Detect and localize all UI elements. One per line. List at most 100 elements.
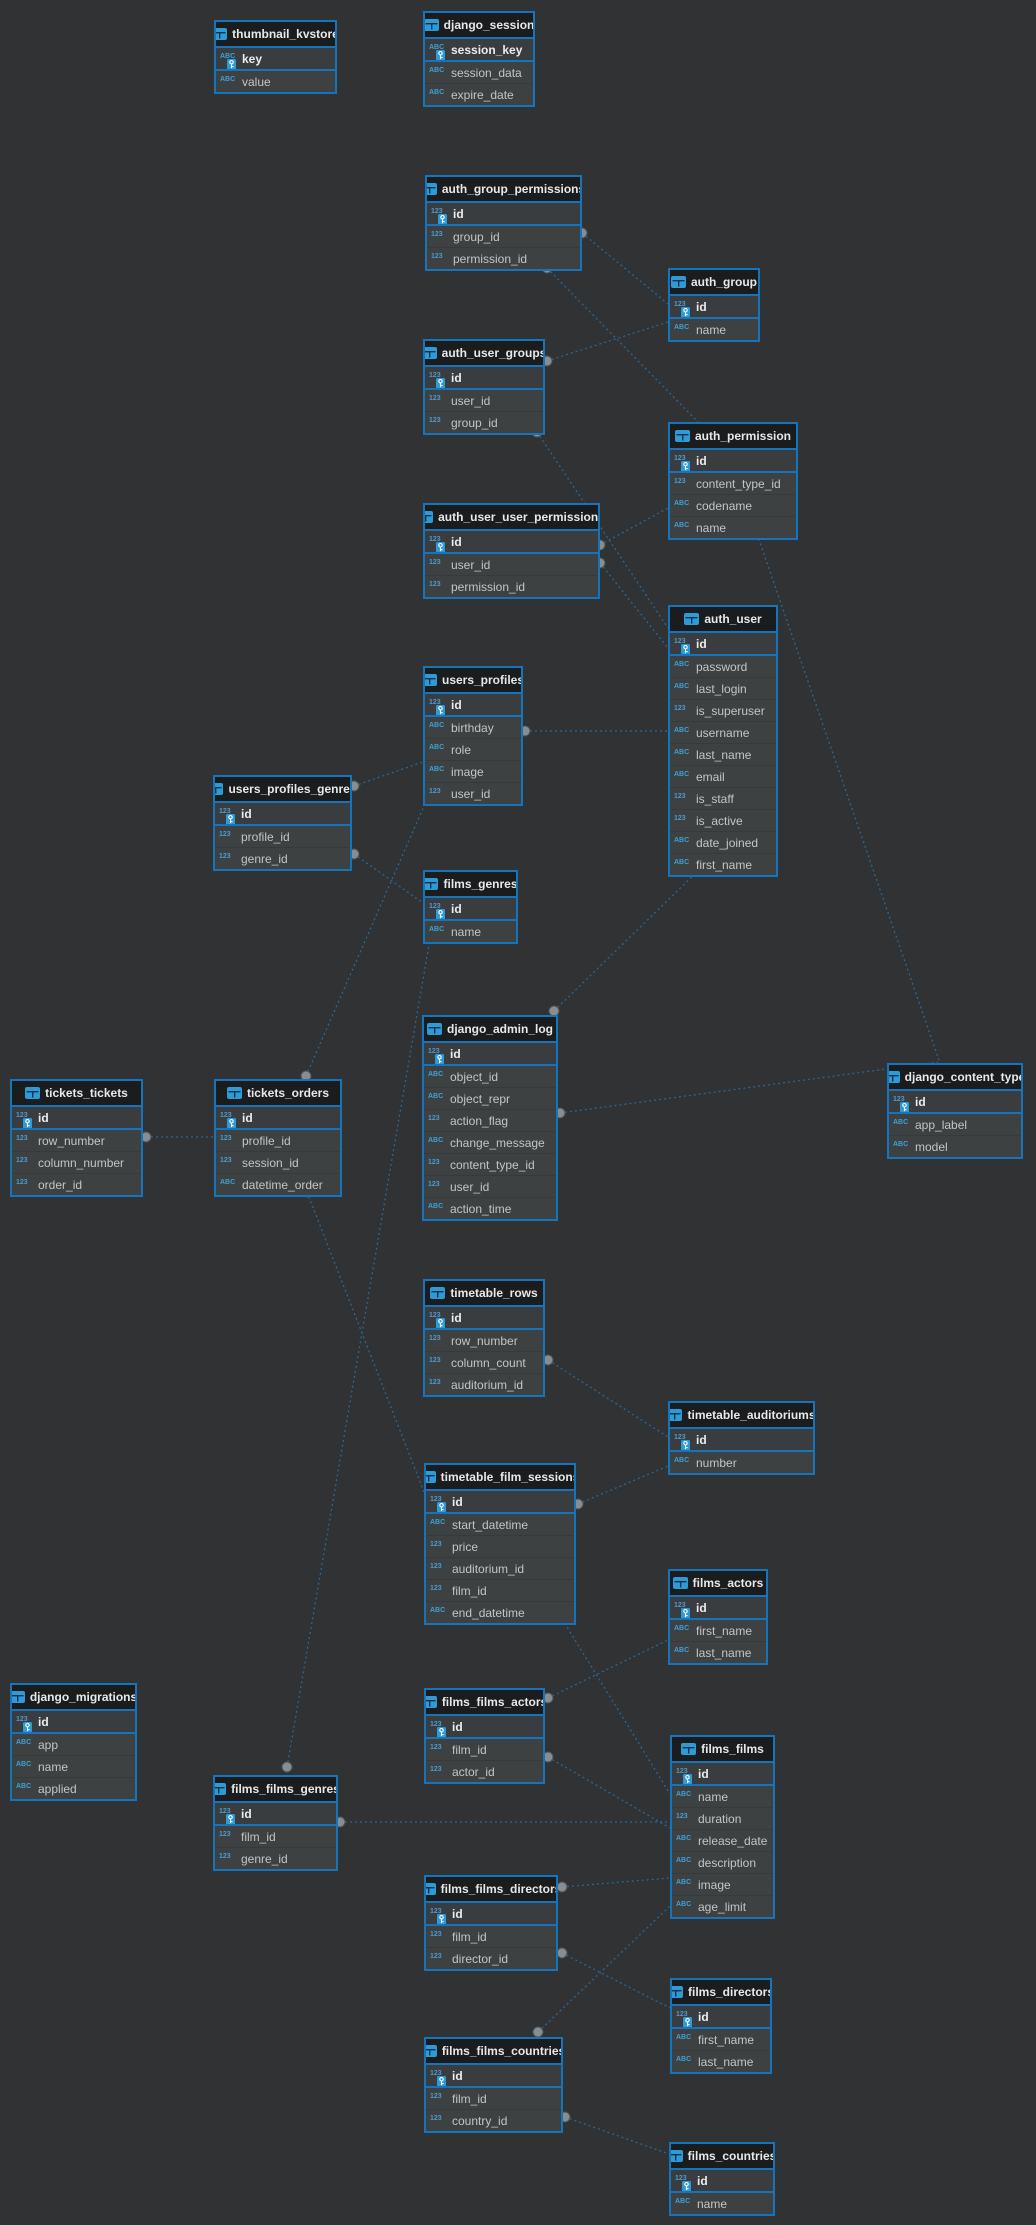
column-row-action_time[interactable]: ABCaction_time (424, 1197, 556, 1219)
table-header[interactable]: timetable_film_sessions (426, 1465, 574, 1491)
table-django_session[interactable]: django_sessionABCsession_keyABCsession_d… (423, 11, 535, 107)
column-row-id[interactable]: 123id (670, 296, 758, 317)
column-row-name[interactable]: ABCname (671, 2193, 773, 2214)
column-row-value[interactable]: ABCvalue (216, 71, 335, 92)
column-row-id[interactable]: 123id (425, 531, 598, 552)
column-row-content_type_id[interactable]: 123content_type_id (670, 473, 796, 494)
relationship-edge[interactable] (555, 1062, 938, 1118)
column-row-name[interactable]: ABCname (425, 921, 516, 942)
column-row-id[interactable]: 123id (216, 1107, 340, 1128)
column-row-id[interactable]: 123id (425, 1307, 543, 1328)
column-row-codename[interactable]: ABCcodename (670, 494, 796, 516)
column-row-last_name[interactable]: ABClast_name (670, 1641, 766, 1663)
column-row-column_number[interactable]: 123column_number (12, 1151, 141, 1173)
table-tickets_tickets[interactable]: tickets_tickets123id123row_number123colu… (10, 1079, 143, 1197)
column-row-end_datetime[interactable]: ABCend_datetime (426, 1601, 574, 1623)
table-films_films_genres[interactable]: films_films_genres123id123film_id123genr… (213, 1775, 338, 1871)
column-row-id[interactable]: 123id (670, 1429, 813, 1450)
table-timetable_rows[interactable]: timetable_rows123id123row_number123colum… (423, 1279, 545, 1397)
column-row-id[interactable]: 123id (426, 1716, 543, 1737)
column-row-id[interactable]: 123id (889, 1091, 1021, 1112)
relationship-edge[interactable] (549, 866, 703, 1016)
table-header[interactable]: auth_group_permissions (427, 177, 580, 203)
column-row-applied[interactable]: ABCapplied (12, 1777, 135, 1799)
column-row-genre_id[interactable]: 123genre_id (215, 847, 350, 869)
table-header[interactable]: auth_group (670, 270, 758, 296)
table-header[interactable]: films_films_countries (426, 2039, 561, 2065)
table-films_genres[interactable]: films_genres123idABCname (423, 870, 518, 944)
relationship-edge[interactable] (335, 1817, 670, 1827)
relationship-edge[interactable] (542, 322, 668, 366)
column-row-id[interactable]: 123id (671, 2170, 773, 2191)
column-row-content_type_id[interactable]: 123content_type_id (424, 1153, 556, 1175)
table-auth_permission[interactable]: auth_permission123id123content_type_idAB… (668, 422, 798, 540)
table-header[interactable]: films_actors (670, 1571, 766, 1597)
relationship-edge[interactable] (520, 726, 668, 736)
column-row-object_repr[interactable]: ABCobject_repr (424, 1087, 556, 1109)
column-row-id[interactable]: 123id (215, 803, 350, 824)
column-row-last_login[interactable]: ABClast_login (670, 677, 776, 699)
table-auth_user_user_permissions[interactable]: auth_user_user_permissions123id123user_i… (423, 503, 600, 599)
table-header[interactable]: auth_user_user_permissions (425, 505, 598, 531)
column-row-session_key[interactable]: ABCsession_key (425, 39, 533, 60)
column-row-row_number[interactable]: 123row_number (12, 1130, 141, 1151)
table-django_content_type[interactable]: django_content_type123idABCapp_labelABCm… (887, 1063, 1023, 1159)
column-row-is_staff[interactable]: 123is_staff (670, 787, 776, 809)
column-row-id[interactable]: 123id (672, 2006, 770, 2027)
column-row-id[interactable]: 123id (670, 633, 776, 654)
table-header[interactable]: films_directors (672, 1980, 770, 2006)
table-header[interactable]: timetable_auditoriums (670, 1403, 813, 1429)
table-films_films_actors[interactable]: films_films_actors123id123film_id123acto… (424, 1688, 545, 1784)
relationship-edge[interactable] (557, 1948, 670, 2008)
column-row-genre_id[interactable]: 123genre_id (215, 1847, 336, 1869)
column-row-film_id[interactable]: 123film_id (426, 2088, 561, 2109)
table-header[interactable]: users_profiles_genres (215, 777, 350, 803)
column-row-id[interactable]: 123id (424, 1043, 556, 1064)
relationship-edge[interactable] (595, 558, 668, 648)
column-row-datetime_order[interactable]: ABCdatetime_order (216, 1173, 340, 1195)
column-row-film_id[interactable]: 123film_id (426, 1579, 574, 1601)
column-row-start_datetime[interactable]: ABCstart_datetime (426, 1514, 574, 1535)
column-row-description[interactable]: ABCdescription (672, 1851, 773, 1873)
table-users_profiles[interactable]: users_profiles123idABCbirthdayABCroleABC… (423, 666, 523, 806)
relationship-edge[interactable] (543, 1640, 668, 1703)
relationship-edge[interactable] (543, 1355, 668, 1437)
relationship-edge[interactable] (560, 2112, 669, 2154)
column-row-first_name[interactable]: ABCfirst_name (670, 853, 776, 875)
table-header[interactable]: films_films_genres (215, 1777, 336, 1803)
column-row-country_id[interactable]: 123country_id (426, 2109, 561, 2131)
table-header[interactable]: users_profiles (425, 668, 521, 694)
table-users_profiles_genres[interactable]: users_profiles_genres123id123profile_id1… (213, 775, 352, 871)
relationship-edge[interactable] (595, 508, 668, 550)
column-row-profile_id[interactable]: 123profile_id (215, 826, 350, 847)
table-films_directors[interactable]: films_directors123idABCfirst_nameABClast… (670, 1978, 772, 2074)
column-row-image[interactable]: ABCimage (672, 1873, 773, 1895)
column-row-group_id[interactable]: 123group_id (425, 411, 543, 433)
column-row-film_id[interactable]: 123film_id (426, 1926, 556, 1947)
column-row-is_active[interactable]: 123is_active (670, 809, 776, 831)
column-row-column_count[interactable]: 123column_count (425, 1351, 543, 1373)
column-row-name[interactable]: ABCname (670, 516, 796, 538)
table-tickets_orders[interactable]: tickets_orders123id123profile_id123sessi… (214, 1079, 342, 1197)
column-row-app_label[interactable]: ABCapp_label (889, 1114, 1021, 1135)
column-row-price[interactable]: 123price (426, 1535, 574, 1557)
column-row-first_name[interactable]: ABCfirst_name (672, 2029, 770, 2050)
column-row-birthday[interactable]: ABCbirthday (425, 717, 521, 738)
relationship-edge[interactable] (577, 228, 668, 304)
table-auth_group[interactable]: auth_group123idABCname (668, 268, 760, 342)
relationship-edge[interactable] (543, 1752, 670, 1828)
column-row-last_name[interactable]: ABClast_name (672, 2050, 770, 2072)
column-row-first_name[interactable]: ABCfirst_name (670, 1620, 766, 1641)
column-row-image[interactable]: ABCimage (425, 760, 521, 782)
column-row-id[interactable]: 123id (426, 1903, 556, 1924)
column-row-id[interactable]: 123id (425, 898, 516, 919)
table-auth_user_groups[interactable]: auth_user_groups123id123user_id123group_… (423, 339, 545, 435)
table-header[interactable]: auth_user_groups (425, 341, 543, 367)
column-row-object_id[interactable]: ABCobject_id (424, 1066, 556, 1087)
column-row-password[interactable]: ABCpassword (670, 656, 776, 677)
table-django_admin_log[interactable]: django_admin_log123idABCobject_idABCobje… (422, 1015, 558, 1221)
column-row-id[interactable]: 123id (427, 203, 580, 224)
column-row-order_id[interactable]: 123order_id (12, 1173, 141, 1195)
relationship-edge[interactable] (573, 1466, 668, 1509)
column-row-last_name[interactable]: ABClast_name (670, 743, 776, 765)
